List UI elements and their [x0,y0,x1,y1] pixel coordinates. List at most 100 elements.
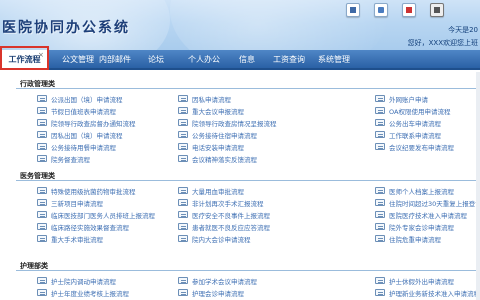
workflow-link[interactable]: 住院危重申请流程 [375,234,441,244]
workflow-link[interactable]: 医院医疗技术准入申请流程 [375,210,467,220]
workflow-link[interactable]: 会议纪要发布申请流程 [375,142,454,152]
list-icon [37,223,47,230]
workflow-link[interactable]: 电话安装申请流程 [178,142,244,152]
workflow-link[interactable]: 大量用血审批流程 [178,186,244,196]
list-icon [375,143,385,150]
list-icon [375,95,385,102]
workflow-link[interactable]: 特殊使用级抗菌药物审批流程 [37,186,136,196]
workflow-link-label: 会议纪要发布申请流程 [389,143,454,152]
workflow-link-label: 住院危重申请流程 [389,235,441,244]
scrollbar[interactable] [476,72,480,300]
list-icon [375,277,385,284]
list-icon [178,223,188,230]
tab-salary[interactable]: 工资查询 [273,50,305,70]
workflow-link[interactable]: 公务接待用餐申请流程 [37,142,116,152]
list-icon [37,119,47,126]
workflow-link[interactable]: 公务出车申请流程 [375,118,441,128]
list-icon [37,199,47,206]
workflow-link-label: 院内大会诊申请流程 [192,235,251,244]
home-icon[interactable] [346,3,360,17]
list-icon [178,131,188,138]
workflow-link-label: 公派出国（境）申请流程 [51,95,123,104]
list-icon [178,143,188,150]
workflow-link[interactable]: 住院时间超过30天重复上报登记流程 [375,198,480,208]
list-icon [178,277,188,284]
workflow-link[interactable]: 患者就医不良反应应答流程 [178,222,270,232]
workflow-link[interactable]: 三新项目申请流程 [37,198,103,208]
tab-info[interactable]: 信息 [239,50,255,70]
list-icon [375,187,385,194]
workflow-link[interactable]: 非计划再次手术汇报流程 [178,198,264,208]
workflow-link-label: 院领导行政查房情况呈报流程 [192,119,277,128]
workflow-link[interactable]: 工作联系申请流程 [375,130,441,140]
list-icon [375,223,385,230]
workflow-link[interactable]: OA权限使用申请流程 [375,106,451,116]
workflow-link-label: 院务督查流程 [51,155,90,164]
workflow-link-label: 医院医疗技术准入申请流程 [389,211,467,220]
workflow-link-label: 院外专家会诊申请流程 [389,223,454,232]
tab-internal-mail[interactable]: 内部邮件 [99,50,131,70]
workflow-link[interactable]: 护士院内调动申请流程 [37,276,116,286]
list-icon [37,235,47,242]
workflow-link[interactable]: 医师个人档案上报流程 [375,186,454,196]
workflow-link[interactable]: 院领导行政查房情况呈报流程 [178,118,277,128]
workflow-link-label: 大量用血审批流程 [192,187,244,196]
workflow-link[interactable]: 临床医技部门医务人员排班上报流程 [37,210,155,220]
mail-icon[interactable] [402,3,416,17]
workflow-link-label: 医疗安全不良事件上报流程 [192,211,270,220]
workflow-link-label: 护士院内调动申请流程 [51,277,116,286]
list-icon [375,107,385,114]
workflow-link[interactable]: 医疗安全不良事件上报流程 [178,210,270,220]
workflow-link[interactable]: 节假日值班表申请流程 [37,106,116,116]
list-icon [375,211,385,218]
tab-forum[interactable]: 论坛 [148,50,164,70]
workflow-link-label: OA权限使用申请流程 [389,107,451,116]
list-icon [37,277,47,284]
list-icon [178,155,188,162]
list-icon [375,119,385,126]
workflow-link-label: 公务出车申请流程 [389,119,441,128]
workflow-link[interactable]: 护士年度业绩考核上报流程 [37,288,129,298]
workflow-link-label: 因私申请流程 [192,95,231,104]
workflow-link-label: 院领导行政查房督办通知流程 [51,119,136,128]
close-tab-icon[interactable]: × [38,52,44,59]
logout-icon[interactable] [430,3,444,17]
workflow-link-label: 临床医技部门医务人员排班上报流程 [51,211,155,220]
workflow-link[interactable]: 护士休假外出申请流程 [375,276,454,286]
workflow-link[interactable]: 院领导行政查房督办通知流程 [37,118,136,128]
workflow-link[interactable]: 外网账户申请 [375,94,428,104]
workflow-link-label: 非计划再次手术汇报流程 [192,199,264,208]
workflow-link[interactable]: 因私出国（境）申请流程 [37,130,123,140]
workflow-link[interactable]: 会议精神落实反馈流程 [178,154,257,164]
tab-document[interactable]: 公文管理 [62,50,94,70]
workflow-link[interactable]: 临床路径实施效果督查流程 [37,222,129,232]
workflow-link[interactable]: 院内大会诊申请流程 [178,234,251,244]
workflow-link[interactable]: 院务督查流程 [37,154,90,164]
workflow-link-label: 重大手术审批流程 [51,235,103,244]
list-icon [37,155,47,162]
workflow-link[interactable]: 参加学术会议申请流程 [178,276,257,286]
list-icon [37,289,47,296]
tab-system[interactable]: 系统管理 [318,50,350,70]
workflow-link[interactable]: 重大手术审批流程 [37,234,103,244]
section-divider [16,88,476,89]
list-icon [178,199,188,206]
workflow-link[interactable]: 院外专家会诊申请流程 [375,222,454,232]
workflow-link-label: 特殊使用级抗菌药物审批流程 [51,187,136,196]
tab-personal[interactable]: 个人办公 [188,50,220,70]
list-icon [178,187,188,194]
workflow-link[interactable]: 重大会议申报流程 [178,106,244,116]
list-icon [37,131,47,138]
workflow-link[interactable]: 因私申请流程 [178,94,231,104]
main-nav: 工作流程 公文管理 内部邮件 论坛 个人办公 信息 工资查询 系统管理 [0,50,480,70]
app-header: 医院协同办公系统 今天是20 您好，XXX欢迎您上班 [0,0,480,50]
workflow-link[interactable]: 公务接待住宿申请流程 [178,130,257,140]
list-icon [178,289,188,296]
workflow-link-label: 住院时间超过30天重复上报登记流程 [389,199,480,208]
section-divider [16,180,476,181]
workflow-link[interactable]: 公派出国（境）申请流程 [37,94,123,104]
list-icon [375,289,385,296]
workflow-link[interactable]: 护理新业务新技术准入申请流程 [375,288,480,298]
message-icon[interactable] [374,3,388,17]
workflow-link[interactable]: 护理会诊申请流程 [178,288,244,298]
